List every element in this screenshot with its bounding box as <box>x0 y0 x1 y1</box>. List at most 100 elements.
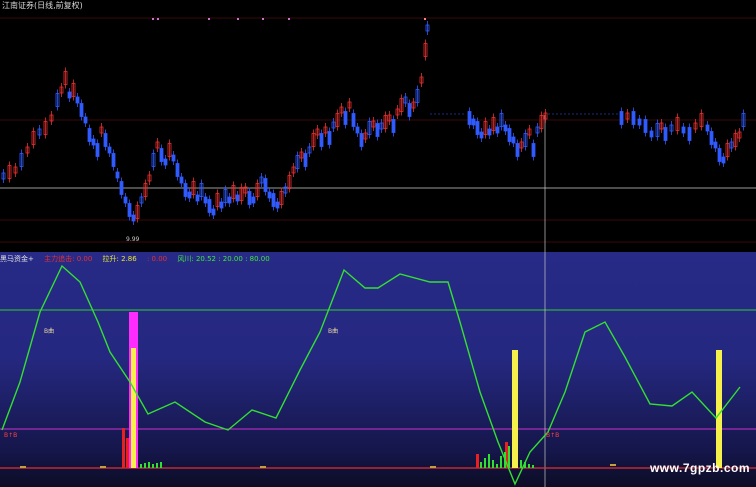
event-dot <box>157 18 159 20</box>
volume-bar <box>528 464 530 468</box>
candle-body <box>263 178 268 192</box>
candle-body <box>619 111 624 125</box>
candle-body <box>359 133 364 147</box>
volume-bar <box>492 460 494 468</box>
candle-body <box>119 181 124 195</box>
event-dot <box>262 18 264 20</box>
volume-bar <box>430 466 436 468</box>
candle-body <box>709 131 714 145</box>
candle-body <box>515 143 520 157</box>
candle-body <box>203 196 208 204</box>
candle-body <box>687 127 692 141</box>
event-dot <box>152 18 154 20</box>
candle-body <box>275 201 280 209</box>
legend-item-zero: : 0.00 <box>146 255 168 263</box>
volume-bar <box>508 446 510 468</box>
indicator-bar <box>126 438 129 468</box>
candle-body <box>83 116 88 124</box>
candlestick-chart[interactable] <box>0 0 756 252</box>
candle-body <box>511 136 516 144</box>
indicator-bar <box>131 348 136 468</box>
candle-body <box>351 113 356 127</box>
candle-body <box>319 133 324 147</box>
candle-body <box>643 119 648 133</box>
candle-body <box>187 191 192 199</box>
candle-body <box>175 163 180 177</box>
candle-body <box>631 111 636 125</box>
volume-bar <box>496 464 498 468</box>
volume-bar <box>532 465 534 468</box>
candle-body <box>327 131 332 145</box>
volume-bar <box>520 460 522 468</box>
candle-body <box>79 103 84 117</box>
volume-bar <box>484 458 486 468</box>
candle-body <box>649 130 654 138</box>
volume-bar <box>500 456 502 468</box>
candle-body <box>91 138 96 146</box>
indicator-panel[interactable] <box>0 252 756 487</box>
indicator-name: 黑马资金+ <box>0 255 34 263</box>
candle-body <box>713 141 718 149</box>
candle-body <box>721 156 726 164</box>
volume-bar <box>610 464 616 466</box>
candle-body <box>343 111 348 125</box>
candle-body <box>195 194 200 202</box>
candle-body <box>247 191 252 205</box>
candle-body <box>111 153 116 167</box>
candle-body <box>207 199 212 213</box>
indicator-legend: 黑马资金+ 主力追击: 0.00 拉升: 2.86 : 0.00 风川: 20.… <box>0 254 278 264</box>
candle-body <box>717 148 722 162</box>
legend-item-wind: 风川: 20.52 : 20.00 : 80.00 <box>177 255 270 263</box>
volume-bar <box>156 463 158 468</box>
volume-bar <box>152 464 154 468</box>
price-chart-panel[interactable]: 江南证券(日线,前复权) 9.99 <box>0 0 756 252</box>
candle-body <box>131 214 136 222</box>
buy-marker: B曲 <box>328 328 339 335</box>
event-dot <box>237 18 239 20</box>
candle-body <box>87 128 92 142</box>
candle-body <box>475 121 480 135</box>
candle-body <box>495 126 500 134</box>
candle-body <box>107 146 112 154</box>
buy-marker: B曲 <box>44 328 55 335</box>
candle-body <box>267 191 272 199</box>
candle-body <box>159 148 164 162</box>
indicator-bar <box>476 454 479 468</box>
window-title: 江南证券(日线,前复权) <box>2 1 83 10</box>
candle-body <box>219 201 224 209</box>
candle-body <box>179 176 184 184</box>
candle-body <box>479 131 484 139</box>
buy-arrow-marker: B↑B <box>4 432 18 439</box>
candle-body <box>235 194 240 202</box>
volume-bar <box>260 466 266 468</box>
volume-bar <box>480 462 482 468</box>
candle-body <box>127 203 132 217</box>
candle-body <box>355 126 360 134</box>
volume-bar <box>148 462 150 468</box>
candle-body <box>95 143 100 157</box>
site-watermark: www.7gpzb.com <box>649 461 750 475</box>
volume-bar <box>20 466 26 468</box>
candle-body <box>487 128 492 136</box>
candle-body <box>467 111 472 125</box>
volume-bar <box>100 466 106 468</box>
candle-body <box>123 196 128 204</box>
indicator-bar <box>512 350 518 468</box>
candle-body <box>471 118 476 126</box>
event-dot <box>208 18 210 20</box>
candle-body <box>103 133 108 147</box>
indicator-chart[interactable] <box>0 252 756 487</box>
indicator-bar <box>716 350 722 468</box>
candle-body <box>705 124 710 132</box>
candle-body <box>171 154 176 162</box>
candle-body <box>163 158 168 166</box>
volume-bar <box>140 464 142 468</box>
candle-body <box>211 208 216 216</box>
candle-body <box>183 183 188 197</box>
indicator-line <box>1 264 741 486</box>
candle-body <box>227 196 232 204</box>
candle-body <box>503 124 508 132</box>
candle-body <box>115 171 120 179</box>
candle-body <box>663 127 668 141</box>
candle-body <box>391 119 396 133</box>
